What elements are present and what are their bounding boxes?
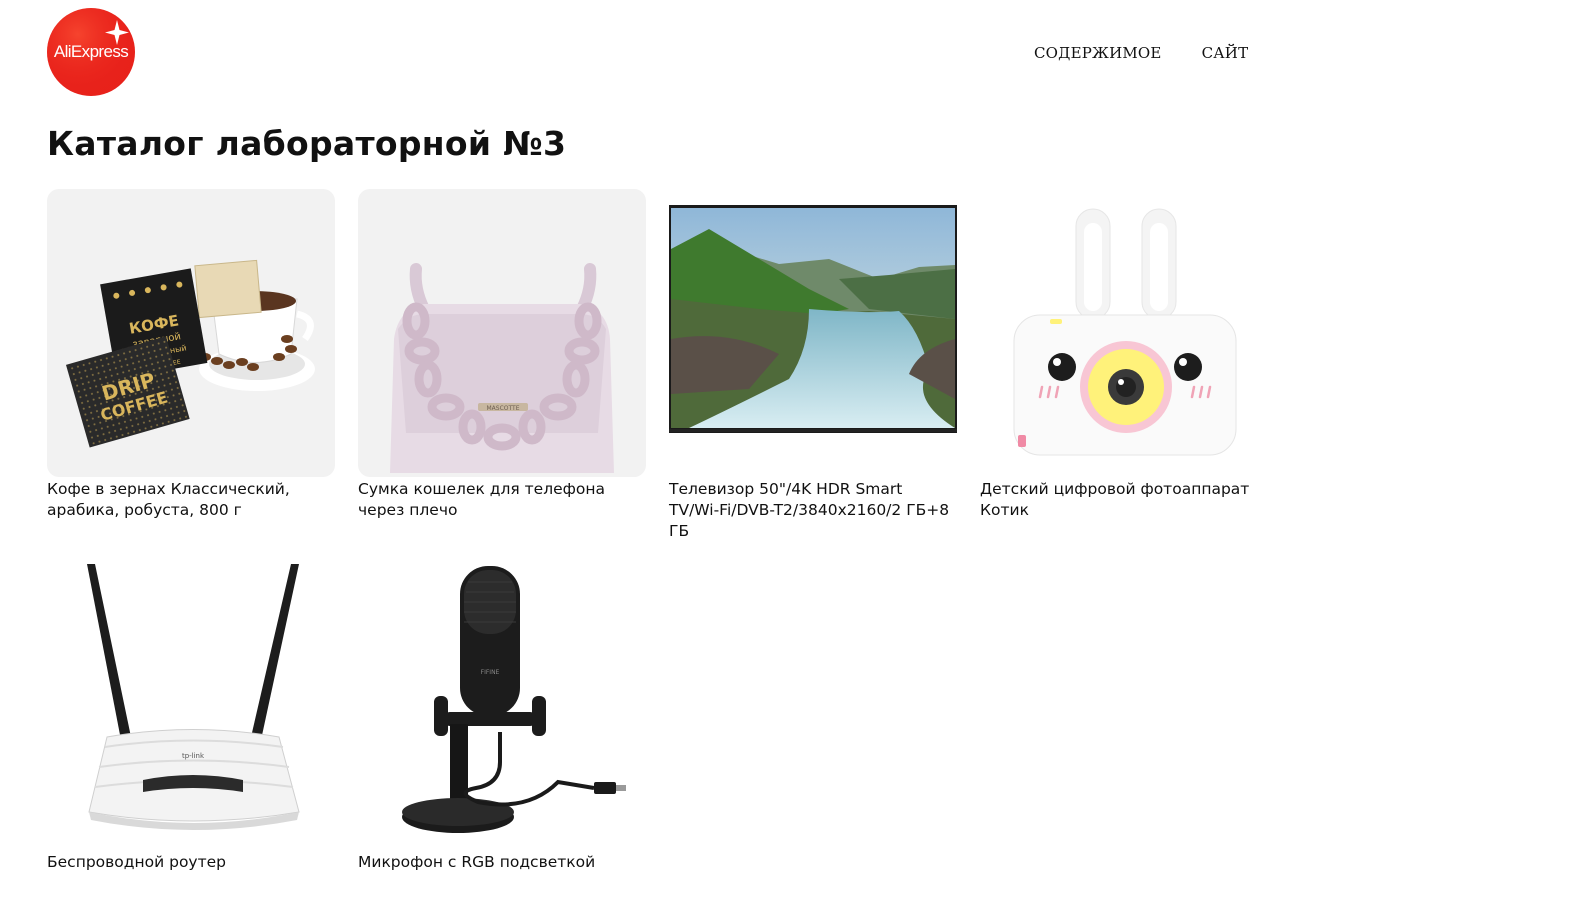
product-card[interactable]: FIFINE Микрофон с RGB подсветкой (358, 562, 646, 873)
product-name[interactable]: Телевизор 50"/4K HDR Smart TV/Wi-Fi/DVB-… (669, 479, 957, 542)
wireless-router-image[interactable]: tp-link (47, 562, 335, 850)
product-name[interactable]: Микрофон с RGB подсветкой (358, 852, 646, 873)
product-card[interactable]: tp-link Беспроводной роутер (47, 562, 335, 873)
coffee-pack-image[interactable]: КОФЕ заварной натуральный DRIP COFFEE DR… (47, 189, 335, 477)
product-name[interactable]: Сумка кошелек для телефона через плечо (358, 479, 646, 521)
svg-text:MASCOTTE: MASCOTTE (486, 405, 519, 412)
tv-landscape-image[interactable] (669, 189, 957, 477)
product-card[interactable]: Детский цифровой фотоаппарат Котик (980, 189, 1268, 521)
svg-text:tp-link: tp-link (182, 752, 205, 760)
product-name[interactable]: Кофе в зернах Классический, арабика, роб… (47, 479, 335, 521)
usb-microphone-image[interactable]: FIFINE (358, 562, 646, 850)
product-name[interactable]: Детский цифровой фотоаппарат Котик (980, 479, 1268, 521)
logo-text: AliExpress (54, 42, 128, 61)
bunny-camera-image[interactable] (980, 189, 1268, 477)
nav-link-site[interactable]: САЙТ (1202, 44, 1249, 62)
svg-text:FIFINE: FIFINE (481, 669, 500, 676)
lilac-handbag-image[interactable]: MASCOTTE (358, 189, 646, 477)
product-card[interactable]: Телевизор 50"/4K HDR Smart TV/Wi-Fi/DVB-… (669, 189, 957, 542)
top-navigation: СОДЕРЖИМОЕ САЙТ (1034, 44, 1248, 62)
aliexpress-logo[interactable]: AliExpress (47, 8, 135, 96)
nav-link-content[interactable]: СОДЕРЖИМОЕ (1034, 44, 1162, 62)
product-name[interactable]: Беспроводной роутер (47, 852, 335, 873)
product-card[interactable]: MASCOTTE Сумка кошелек для телефона чере… (358, 189, 646, 521)
product-card[interactable]: КОФЕ заварной натуральный DRIP COFFEE DR… (47, 189, 335, 521)
page-title: Каталог лабораторной №3 (47, 124, 567, 163)
